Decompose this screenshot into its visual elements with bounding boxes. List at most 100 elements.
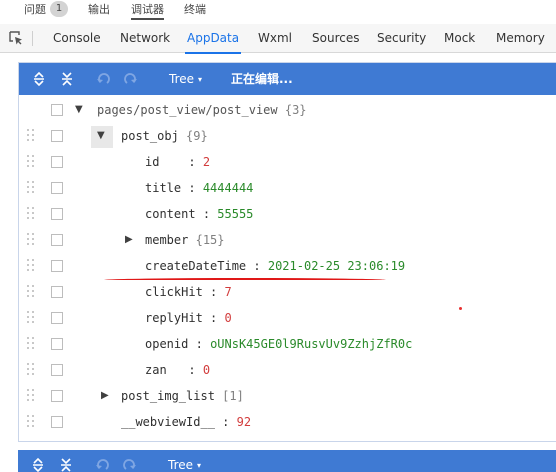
row-checkbox[interactable] — [51, 364, 63, 376]
tree-row-field[interactable]: clickHit : 7 — [19, 279, 556, 305]
expand-all-icon[interactable] — [31, 71, 47, 87]
field-value[interactable]: 7 — [225, 285, 232, 299]
tab-output[interactable]: 输出 — [88, 1, 110, 19]
expand-triangle-icon[interactable]: ▼ — [97, 130, 105, 142]
undo-icon[interactable] — [94, 457, 110, 472]
tab-appdata[interactable]: AppData — [184, 24, 242, 54]
drag-handle-icon[interactable] — [27, 207, 37, 221]
tree-row-root[interactable]: ▼ pages/post_view/post_view {3} — [19, 97, 556, 123]
row-checkbox[interactable] — [51, 338, 63, 350]
row-checkbox[interactable] — [51, 416, 63, 428]
toolbar-divider — [32, 31, 33, 46]
field-key: title — [145, 181, 182, 195]
field-key: clickHit — [145, 285, 203, 299]
collapsed-triangle-icon[interactable]: ▶ — [125, 234, 133, 246]
field-content: content : 55555 — [145, 207, 254, 221]
row-checkbox[interactable] — [51, 234, 63, 246]
expand-all-icon[interactable] — [30, 457, 46, 472]
tree-mode-dropdown[interactable]: Tree ▾ — [169, 63, 202, 95]
row-checkbox[interactable] — [51, 286, 63, 298]
tab-terminal[interactable]: 终端 — [184, 1, 206, 19]
field-openid: openid : oUNsK45GE0l9RusvUv9ZzhjZfR0c — [145, 337, 413, 351]
field-createdatetime: createDateTime : 2021-02-25 23:06:19 — [145, 259, 406, 273]
field-id: id : 2 — [145, 155, 211, 169]
collapse-all-icon[interactable] — [58, 457, 74, 472]
tab-debugger[interactable]: 调试器 — [131, 1, 164, 20]
field-value[interactable]: 2 — [203, 155, 210, 169]
field-key: id — [145, 155, 160, 169]
chevron-down-icon: ▾ — [197, 461, 202, 470]
row-checkbox[interactable] — [51, 208, 63, 220]
field-key: createDateTime — [145, 259, 247, 273]
drag-handle-icon[interactable] — [27, 415, 37, 429]
field-key: openid — [145, 337, 189, 351]
row-checkbox[interactable] — [51, 104, 63, 116]
field-replyhit: replyHit : 0 — [145, 311, 232, 325]
editing-status: 正在编辑... — [231, 72, 293, 86]
problems-count-badge: 1 — [50, 1, 68, 17]
post-obj-key: post_obj {9} — [121, 129, 208, 143]
root-path: pages/post_view/post_view {3} — [97, 103, 307, 117]
tree-row-field[interactable]: createDateTime : 2021-02-25 23:06:19 — [19, 253, 556, 279]
tree-mode-label: Tree — [169, 72, 195, 86]
drag-handle-icon[interactable] — [27, 363, 37, 377]
tree-row-field[interactable]: content : 55555 — [19, 201, 556, 227]
drag-handle-icon[interactable] — [27, 155, 37, 169]
collapse-all-icon[interactable] — [59, 71, 75, 87]
tree-row-field[interactable]: title : 4444444 — [19, 175, 556, 201]
tab-wxml[interactable]: Wxml — [258, 24, 292, 53]
drag-handle-icon[interactable] — [27, 181, 37, 195]
redo-icon[interactable] — [123, 71, 139, 87]
tab-security[interactable]: Security — [377, 24, 426, 53]
drag-handle-icon[interactable] — [27, 311, 37, 325]
tree-row-webview-id[interactable]: __webviewId__ : 92 — [19, 409, 556, 435]
row-checkbox[interactable] — [51, 156, 63, 168]
row-checkbox[interactable] — [51, 130, 63, 142]
field-value[interactable]: 0 — [203, 363, 210, 377]
tree-mode-label: Tree — [168, 458, 194, 472]
inspect-element-icon[interactable] — [8, 30, 24, 46]
drag-handle-icon[interactable] — [27, 389, 37, 403]
field-value[interactable]: 4444444 — [203, 181, 254, 195]
appdata-toolbar: Tree ▾ 正在编辑... — [19, 63, 556, 95]
tab-mock[interactable]: Mock — [444, 24, 475, 53]
drag-handle-icon[interactable] — [27, 337, 37, 351]
drag-handle-icon[interactable] — [27, 285, 37, 299]
row-checkbox[interactable] — [51, 312, 63, 324]
tree-row-field[interactable]: replyHit : 0 — [19, 305, 556, 331]
drag-handle-icon[interactable] — [27, 129, 37, 143]
undo-icon[interactable] — [95, 71, 111, 87]
tree-row-post-img-list[interactable]: ▶ post_img_list [1] — [19, 383, 556, 409]
tree-row-field[interactable]: openid : oUNsK45GE0l9RusvUv9ZzhjZfR0c — [19, 331, 556, 357]
field-key: replyHit — [145, 311, 203, 325]
drag-handle-icon[interactable] — [27, 233, 37, 247]
row-checkbox[interactable] — [51, 182, 63, 194]
row-checkbox[interactable] — [51, 260, 63, 272]
tree-row-post-obj[interactable]: ▼ post_obj {9} — [19, 123, 556, 149]
drag-handle-icon[interactable] — [27, 259, 37, 273]
collapsed-triangle-icon[interactable]: ▶ — [101, 390, 109, 402]
field-value[interactable]: 2021-02-25 23:06:19 — [268, 259, 405, 273]
field-value[interactable]: 0 — [225, 311, 232, 325]
tab-network[interactable]: Network — [120, 24, 170, 53]
tree-row-field[interactable]: zan : 0 — [19, 357, 556, 383]
tab-sources[interactable]: Sources — [312, 24, 359, 53]
tree-mode-dropdown[interactable]: Tree ▾ — [168, 449, 201, 472]
tree-row-field[interactable]: ▶ member {15} — [19, 227, 556, 253]
row-checkbox[interactable] — [51, 390, 63, 402]
appdata-panel: Tree ▾ 正在编辑... ▼ pages/post_view/post_vie… — [18, 62, 556, 442]
tab-problems[interactable]: 问题 — [24, 1, 46, 19]
redo-icon[interactable] — [122, 457, 138, 472]
tree-row-field[interactable]: id : 2 — [19, 149, 556, 175]
field-member: member {15} — [145, 227, 225, 253]
expand-triangle-icon[interactable]: ▼ — [75, 104, 83, 116]
post-img-list-key: post_img_list [1] — [121, 389, 244, 403]
tab-console[interactable]: Console — [53, 24, 101, 53]
field-value[interactable]: oUNsK45GE0l9RusvUv9ZzhjZfR0c — [210, 337, 412, 351]
field-zan: zan : 0 — [145, 363, 211, 377]
tab-memory[interactable]: Memory — [496, 24, 545, 53]
red-underline-annotation — [104, 278, 386, 282]
field-value[interactable]: 55555 — [217, 207, 253, 221]
field-key: member — [145, 233, 189, 247]
field-count: {15} — [195, 233, 225, 247]
